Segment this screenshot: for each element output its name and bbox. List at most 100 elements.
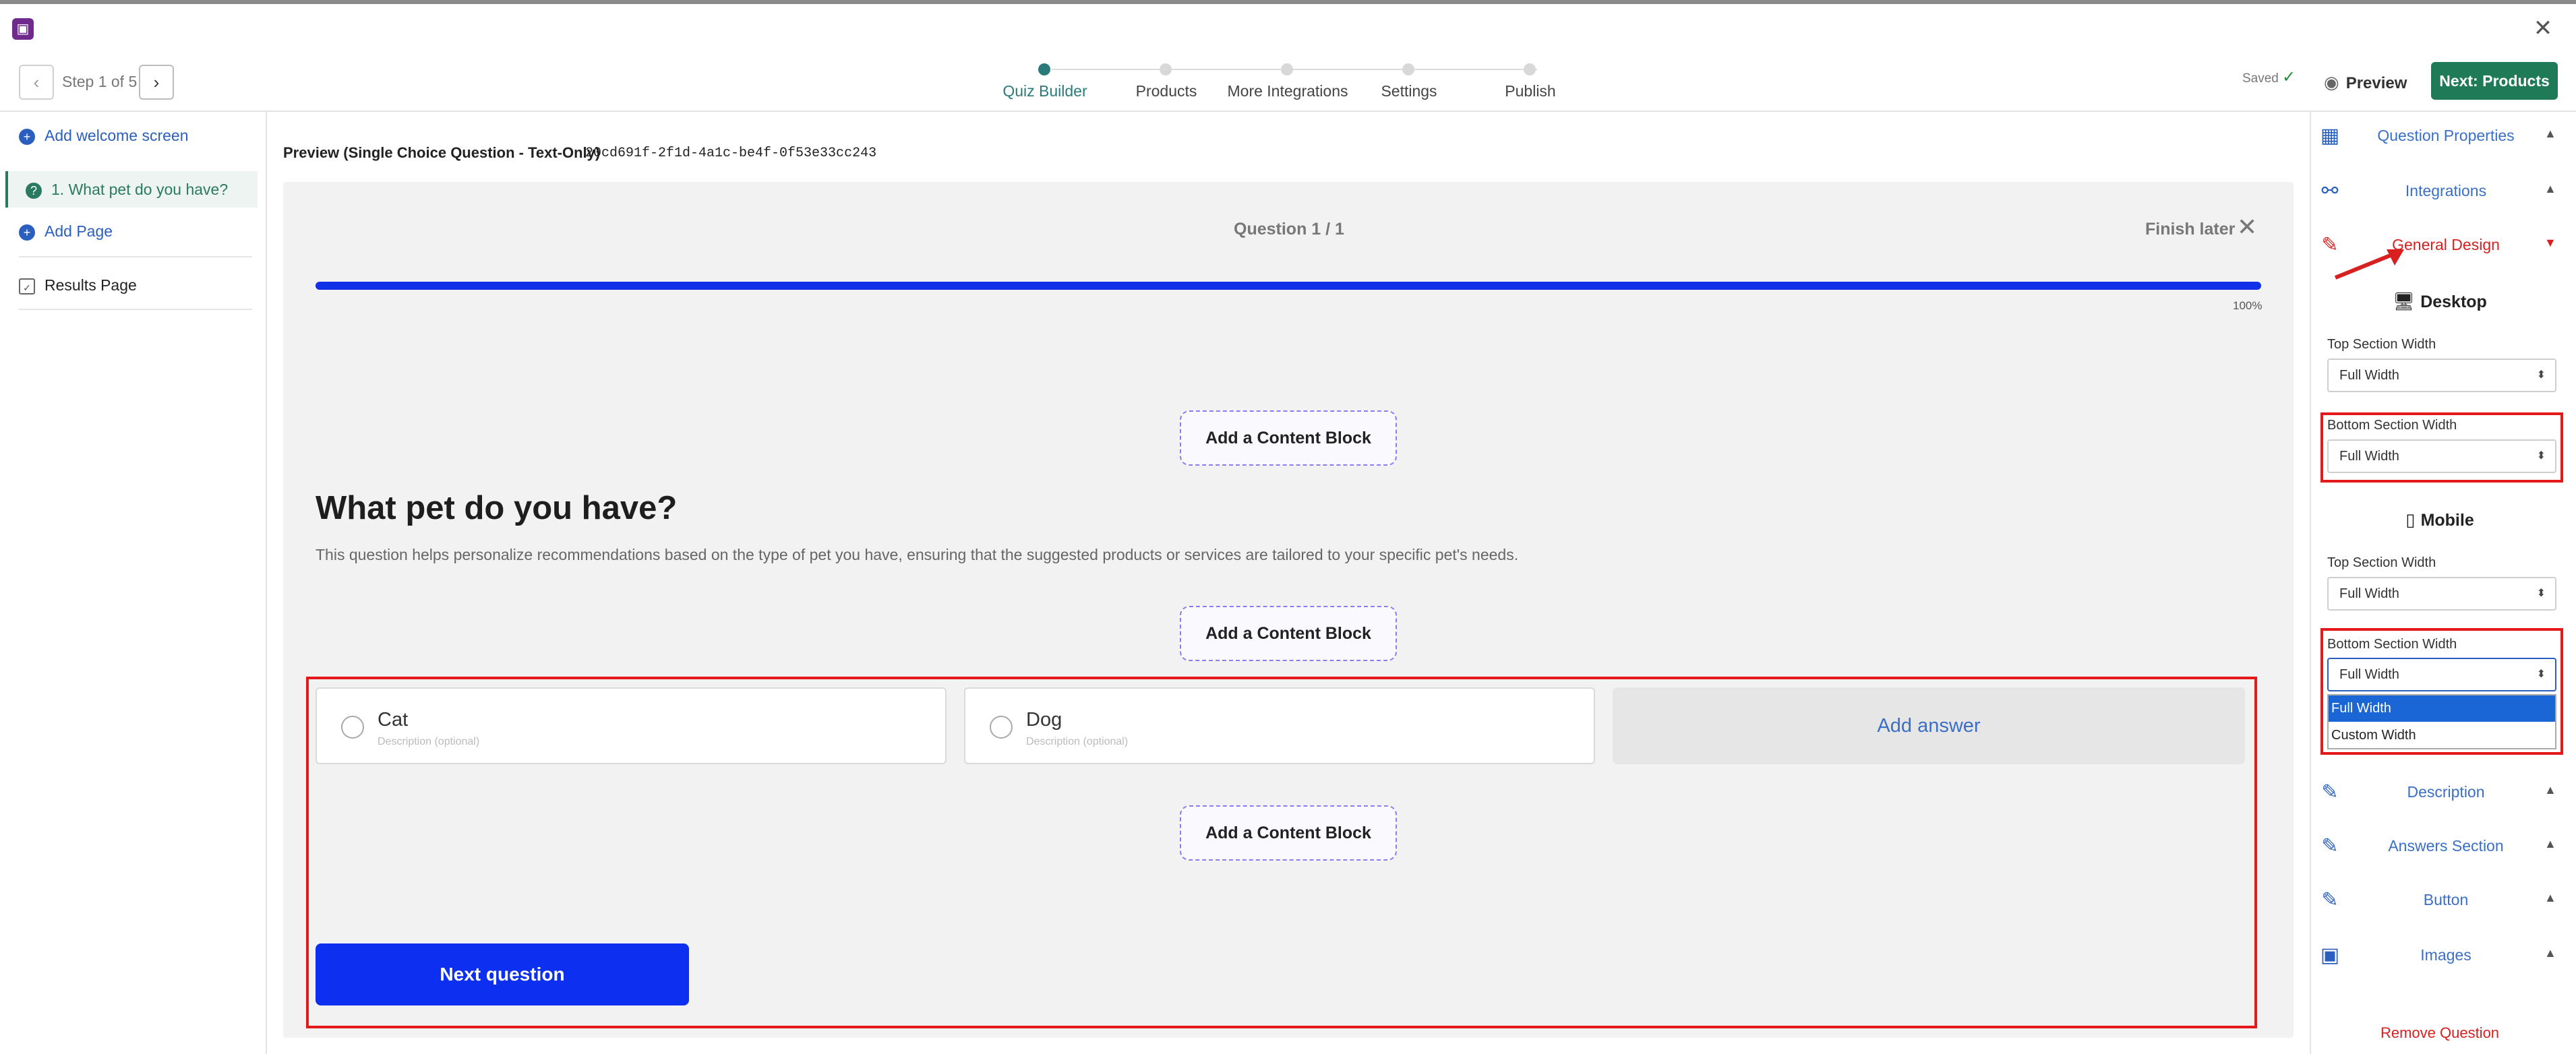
step-label: More Integrations: [1227, 82, 1348, 100]
sidebar-item-add-welcome-screen[interactable]: + Add welcome screen: [19, 117, 252, 154]
brush-icon: ✎: [2321, 889, 2339, 911]
image-icon: ▣: [2320, 944, 2340, 966]
remove-question-button[interactable]: Remove Question: [2318, 1024, 2562, 1042]
radio-icon[interactable]: [990, 716, 1013, 739]
chevron-left-icon: ‹: [33, 72, 40, 92]
select-value: Full Width: [2339, 586, 2399, 601]
radio-icon[interactable]: [341, 716, 364, 739]
mobile-top-width-label: Top Section Width: [2327, 555, 2436, 570]
step-indicator: Step 1 of 5: [62, 73, 138, 90]
next-step-button[interactable]: ›: [139, 65, 174, 100]
step-label: Products: [1135, 82, 1197, 100]
chevron-up-icon: ▲: [2544, 783, 2556, 797]
answer-option-dog[interactable]: Dog Description (optional): [964, 687, 1595, 764]
next-question-button[interactable]: Next question: [316, 943, 689, 1005]
add-answer-button[interactable]: Add answer: [1613, 687, 2245, 764]
desktop-bottom-width-select[interactable]: Full Width ⬍: [2327, 439, 2556, 473]
desktop-bottom-width-label: Bottom Section Width: [2327, 418, 2457, 433]
question-description[interactable]: This question helps personalize recommen…: [316, 546, 1518, 564]
step-dot: [1160, 63, 1172, 75]
sidebar-item-label: Add Page: [44, 222, 113, 240]
step-dot: [1038, 63, 1050, 75]
answer-description-placeholder[interactable]: Description (optional): [378, 736, 479, 748]
section-label: Button: [2423, 891, 2469, 908]
section-answers[interactable]: ✎ Answers Section ▲: [2318, 826, 2562, 867]
answer-description-placeholder[interactable]: Description (optional): [1026, 736, 1128, 748]
progress-percent: 100%: [2233, 299, 2263, 312]
select-arrows-icon: ⬍: [2536, 588, 2546, 599]
chevron-up-icon: ▲: [2544, 946, 2556, 960]
annotation-arrow-icon: [2334, 249, 2404, 280]
builder-toolbar: ‹ Step 1 of 5 › Quiz Builder Products Mo…: [0, 53, 2576, 112]
section-button[interactable]: ✎ Button ▲: [2318, 880, 2562, 921]
desktop-top-width-select[interactable]: Full Width ⬍: [2327, 359, 2556, 392]
sidebar-divider: [19, 309, 252, 310]
select-value: Full Width: [2339, 368, 2399, 383]
desktop-heading-label: Desktop: [2420, 292, 2487, 311]
dropdown-option-custom-width[interactable]: Custom Width: [2329, 722, 2555, 749]
section-integrations[interactable]: ⚯ Integrations ▲: [2318, 171, 2562, 212]
section-label: Images: [2420, 946, 2472, 964]
checklist-icon: ✓: [19, 278, 35, 294]
close-icon[interactable]: ✕: [2237, 213, 2257, 241]
section-label: Answers Section: [2388, 837, 2504, 855]
question-icon: ?: [26, 182, 42, 199]
mobile-top-width-select[interactable]: Full Width ⬍: [2327, 577, 2556, 611]
mobile-icon: ▯: [2405, 509, 2416, 530]
step-dot: [1281, 63, 1293, 75]
stepper-track: [1052, 69, 1537, 70]
step-dot: [1524, 63, 1536, 75]
brush-icon: ✎: [2321, 781, 2339, 803]
eye-icon: ◉: [2324, 72, 2339, 92]
previous-step-button[interactable]: ‹: [19, 65, 54, 100]
answer-label[interactable]: Cat: [378, 709, 408, 731]
mobile-heading: ▯ Mobile: [2318, 509, 2562, 530]
section-label: Question Properties: [2377, 127, 2515, 144]
section-description[interactable]: ✎ Description ▲: [2318, 772, 2562, 813]
desktop-heading: 🖥 Desktop: [2318, 291, 2562, 312]
window-close-icon[interactable]: ✕: [2529, 15, 2556, 42]
chevron-down-icon: ▼: [2544, 236, 2556, 249]
mobile-bottom-width-select[interactable]: Full Width ⬍: [2327, 658, 2556, 691]
sidebar-item-label: Add welcome screen: [44, 127, 189, 144]
progress-bar: [316, 282, 2261, 290]
next-products-button[interactable]: Next: Products: [2431, 62, 2558, 100]
monitor-icon: 🖥: [2393, 291, 2416, 311]
chevron-up-icon: ▲: [2544, 127, 2556, 140]
section-label: Integrations: [2405, 182, 2487, 199]
step-dot: [1402, 63, 1414, 75]
question-title[interactable]: What pet do you have?: [316, 489, 677, 527]
select-arrows-icon: ⬍: [2536, 369, 2546, 381]
add-content-block-button[interactable]: Add a Content Block: [1180, 805, 1397, 861]
sidebar-item-question-1[interactable]: ? 1. What pet do you have?: [5, 171, 258, 208]
add-content-block-button[interactable]: Add a Content Block: [1180, 410, 1397, 466]
step-label: Quiz Builder: [1002, 82, 1087, 100]
sidebar-item-add-page[interactable]: + Add Page: [19, 213, 252, 249]
sidebar-item-label: Results Page: [44, 276, 137, 294]
mobile-heading-label: Mobile: [2420, 511, 2474, 530]
select-value: Full Width: [2339, 449, 2399, 464]
sidebar-item-label: 1. What pet do you have?: [51, 181, 229, 198]
sidebar-item-results-page[interactable]: ✓ Results Page: [19, 267, 252, 303]
step-label: Settings: [1381, 82, 1437, 100]
check-icon: ✓: [2282, 68, 2296, 86]
question-counter: Question 1 / 1: [1234, 220, 1344, 239]
preview-button-label: Preview: [2345, 74, 2407, 92]
dropdown-option-full-width[interactable]: Full Width: [2329, 695, 2555, 722]
left-sidebar: [0, 112, 267, 1054]
section-question-properties[interactable]: ▦ Question Properties ▲: [2318, 116, 2562, 156]
add-content-block-button[interactable]: Add a Content Block: [1180, 606, 1397, 661]
plus-circle-icon: +: [19, 128, 35, 145]
app-logo-icon: ▣: [12, 18, 34, 40]
chevron-right-icon: ›: [153, 72, 160, 92]
layout-icon: ▦: [2320, 125, 2340, 147]
desktop-top-width-label: Top Section Width: [2327, 337, 2436, 352]
section-images[interactable]: ▣ Images ▲: [2318, 935, 2562, 976]
answer-label[interactable]: Dog: [1026, 709, 1062, 731]
select-arrows-icon: ⬍: [2536, 669, 2546, 680]
preview-button[interactable]: ◉ Preview: [2324, 66, 2407, 98]
answer-option-cat[interactable]: Cat Description (optional): [316, 687, 947, 764]
finish-later-link[interactable]: Finish later: [2145, 220, 2235, 239]
width-dropdown-list: Full Width Custom Width: [2327, 694, 2556, 749]
sidebar-divider: [19, 256, 252, 257]
